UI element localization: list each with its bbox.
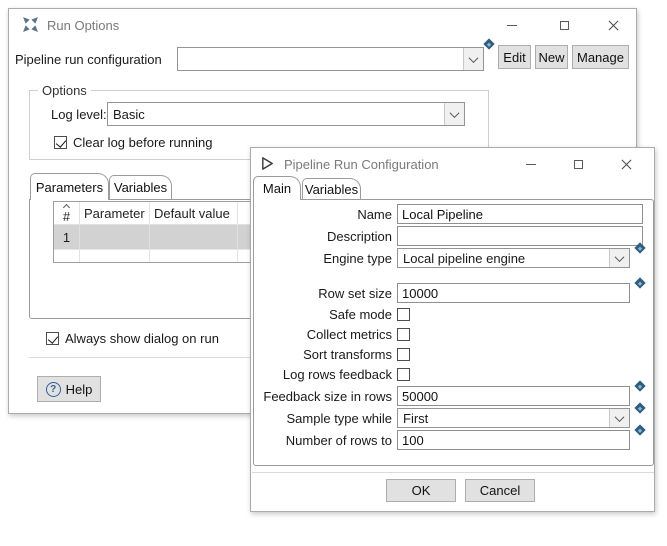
maximize-icon[interactable] (547, 13, 581, 37)
feedback-size-input[interactable] (397, 386, 630, 406)
tab-variables[interactable]: Variables (302, 178, 361, 199)
engine-type-row: Engine type Local pipeline engine (251, 248, 654, 268)
collect-metrics-label: Collect metrics (251, 327, 397, 342)
log-rows-feedback-row: Log rows feedback (251, 367, 654, 382)
maximize-icon[interactable] (561, 152, 595, 176)
clear-log-label: Clear log before running (73, 135, 212, 150)
safe-mode-row: Safe mode (251, 307, 654, 322)
log-rows-feedback-checkbox[interactable] (397, 368, 410, 381)
column-header-num[interactable]: # (54, 202, 80, 224)
clear-log-checkbox[interactable] (54, 136, 67, 149)
tab-variables[interactable]: Variables (109, 175, 172, 199)
minimize-icon[interactable] (514, 152, 548, 176)
log-level-combo[interactable]: Basic (107, 102, 465, 126)
close-icon[interactable] (609, 152, 643, 176)
divider (252, 472, 654, 473)
always-show-dialog-checkbox[interactable] (46, 332, 59, 345)
row-number-cell[interactable]: 1 (54, 225, 80, 249)
tab-main[interactable]: Main (253, 176, 301, 200)
description-row: Description (251, 226, 654, 246)
row-set-size-input[interactable] (397, 283, 630, 303)
chevron-down-icon[interactable] (609, 409, 629, 427)
sort-transforms-checkbox[interactable] (397, 348, 410, 361)
cancel-button[interactable]: Cancel (465, 479, 535, 502)
description-input[interactable] (397, 226, 643, 246)
number-of-rows-row: Number of rows to (251, 430, 654, 450)
engine-type-combo[interactable]: Local pipeline engine (397, 248, 630, 268)
desktop: Run Options Pipeline run configuration E… (0, 0, 667, 546)
chevron-down-icon[interactable] (609, 249, 629, 267)
row-set-size-label: Row set size (251, 286, 397, 301)
combo-value: Basic (108, 107, 444, 122)
description-label: Description (251, 229, 397, 244)
log-rows-feedback-label: Log rows feedback (251, 367, 397, 382)
combo-value: Local pipeline engine (398, 251, 609, 266)
column-header-default-value[interactable]: Default value (150, 202, 238, 224)
collect-metrics-checkbox[interactable] (397, 328, 410, 341)
row-set-size-row: Row set size (251, 283, 654, 303)
run-options-titlebar: Run Options (9, 9, 636, 43)
feedback-size-label: Feedback size in rows (251, 389, 397, 404)
close-icon[interactable] (596, 13, 630, 37)
pipeline-run-configuration-dialog: Pipeline Run Configuration Main Variable… (250, 147, 655, 512)
number-of-rows-label: Number of rows to (251, 433, 397, 448)
always-show-dialog-label: Always show dialog on run (65, 331, 219, 346)
parameter-cell[interactable] (80, 225, 150, 249)
ok-button[interactable]: OK (386, 479, 456, 502)
sample-type-label: Sample type while (251, 411, 397, 426)
minimize-icon[interactable] (495, 13, 529, 37)
log-level-label: Log level: (51, 107, 107, 122)
safe-mode-checkbox[interactable] (397, 308, 410, 321)
collect-metrics-row: Collect metrics (251, 327, 654, 342)
default-value-cell[interactable] (150, 225, 238, 249)
help-button[interactable]: ? Help (37, 376, 101, 402)
chevron-down-icon[interactable] (444, 103, 464, 125)
pipeline-run-configuration-combo[interactable] (177, 47, 484, 71)
feedback-size-row: Feedback size in rows (251, 386, 654, 406)
sort-transforms-label: Sort transforms (251, 347, 397, 362)
play-outline-icon (260, 156, 275, 171)
sample-type-row: Sample type while First (251, 408, 654, 428)
combo-value: First (398, 411, 609, 426)
sort-transforms-row: Sort transforms (251, 347, 654, 362)
pipeline-config-titlebar: Pipeline Run Configuration (251, 148, 654, 182)
options-legend: Options (38, 83, 91, 98)
column-header-parameter[interactable]: Parameter (80, 202, 150, 224)
window-title: Pipeline Run Configuration (284, 157, 439, 172)
number-of-rows-input[interactable] (397, 430, 630, 450)
manage-button[interactable]: Manage (572, 45, 629, 69)
edit-button[interactable]: Edit (498, 45, 531, 69)
engine-type-label: Engine type (251, 251, 397, 266)
name-row: Name (251, 204, 654, 224)
tab-parameters[interactable]: Parameters (30, 173, 109, 200)
pinwheel-icon (22, 16, 39, 33)
chevron-down-icon[interactable] (463, 48, 483, 70)
name-label: Name (251, 207, 397, 222)
help-question-icon: ? (46, 382, 61, 397)
safe-mode-label: Safe mode (251, 307, 397, 322)
sample-type-combo[interactable]: First (397, 408, 630, 428)
window-title: Run Options (47, 18, 119, 33)
name-input[interactable] (397, 204, 643, 224)
help-button-label: Help (66, 382, 93, 397)
pipeline-run-configuration-label: Pipeline run configuration (15, 52, 162, 67)
new-button[interactable]: New (535, 45, 568, 69)
